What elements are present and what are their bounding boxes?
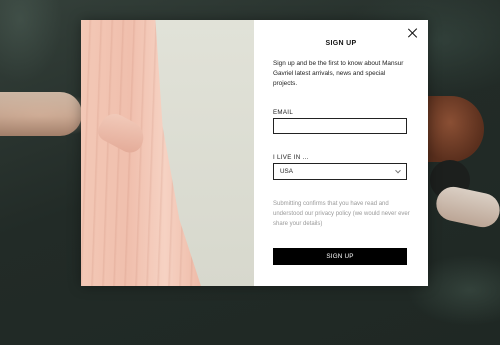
- close-icon[interactable]: [407, 27, 419, 39]
- background-swimmer-arm-right: [433, 183, 500, 231]
- form-title: SIGN UP: [325, 40, 357, 47]
- signup-form: SIGN UP Sign up and be the first to know…: [254, 20, 428, 286]
- modal-photo-dress: [81, 20, 254, 286]
- background-swimmer-arm: [0, 92, 82, 136]
- email-field[interactable]: [273, 118, 407, 134]
- background-swimmer-head: [428, 96, 484, 162]
- email-label: EMAIL: [273, 109, 294, 116]
- signup-submit-button[interactable]: SIGN UP: [273, 248, 407, 265]
- country-select[interactable]: USA: [273, 163, 407, 180]
- privacy-disclaimer: Submitting confirms that you have read a…: [273, 201, 410, 227]
- signup-modal: SIGN UP Sign up and be the first to know…: [81, 20, 428, 286]
- form-intro-text: Sign up and be the first to know about M…: [273, 60, 404, 87]
- pink-dress: [81, 20, 201, 286]
- chevron-down-icon: [395, 167, 401, 173]
- country-label: I LIVE IN ...: [273, 154, 309, 161]
- country-selected-value: USA: [280, 168, 293, 175]
